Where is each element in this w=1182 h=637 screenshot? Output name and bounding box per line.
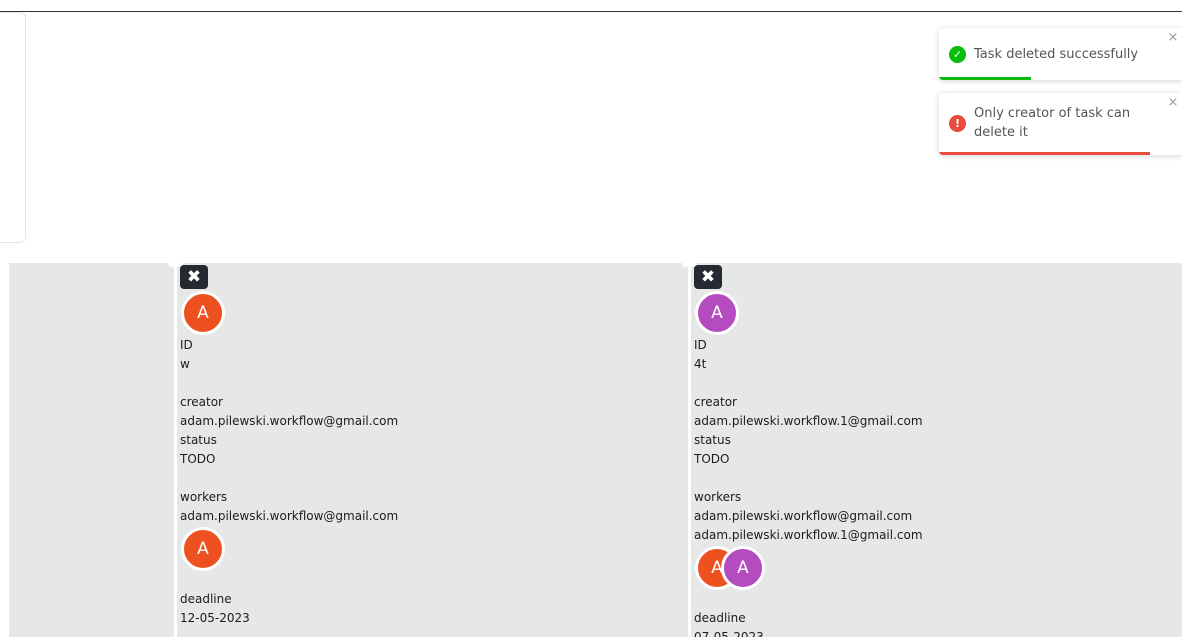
exclamation-circle-icon: ! bbox=[949, 115, 966, 132]
status-value: TODO bbox=[180, 452, 216, 466]
creator-email: adam.pilewski.workflow@gmail.com bbox=[180, 414, 399, 428]
toast-message: Task deleted successfully bbox=[974, 47, 1139, 62]
workers-label: workers bbox=[180, 490, 228, 504]
deadline-label: deadline bbox=[694, 611, 746, 625]
toast-message: Only creator of task can delete it bbox=[974, 106, 1131, 140]
creator-label: creator bbox=[694, 395, 737, 409]
status-label: status bbox=[180, 433, 217, 447]
toast-success[interactable]: ✓ Task deleted successfully × bbox=[939, 28, 1182, 80]
check-circle-icon: ✓ bbox=[949, 46, 966, 63]
task-id: w bbox=[180, 357, 190, 371]
toast-error[interactable]: ! Only creator of task can delete it × bbox=[939, 93, 1182, 155]
creator-avatar: A bbox=[181, 291, 225, 335]
column-divider bbox=[682, 263, 697, 637]
worker-email: adam.pilewski.workflow@gmail.com bbox=[180, 509, 399, 523]
worker-avatar: A bbox=[181, 527, 225, 571]
toast-progress-bar bbox=[939, 152, 1151, 155]
worker-email: adam.pilewski.workflow@gmail.com bbox=[694, 509, 913, 523]
creator-avatar: A bbox=[695, 291, 739, 335]
toast-progress-bar bbox=[939, 77, 1032, 80]
deadline-value: 12-05-2023 bbox=[180, 611, 250, 625]
worker-email: adam.pilewski.workflow.1@gmail.com bbox=[694, 528, 923, 542]
id-label: ID bbox=[694, 338, 707, 352]
delete-task-button[interactable]: ✖ bbox=[694, 265, 722, 289]
upper-panel bbox=[0, 12, 26, 243]
status-label: status bbox=[694, 433, 731, 447]
top-divider bbox=[0, 11, 1182, 12]
close-icon[interactable]: × bbox=[1166, 31, 1180, 45]
deadline-value: 07-05-2023 bbox=[694, 630, 764, 637]
status-value: TODO bbox=[694, 452, 730, 466]
column-divider bbox=[168, 263, 183, 637]
workers-label: workers bbox=[694, 490, 742, 504]
deadline-label: deadline bbox=[180, 592, 232, 606]
creator-label: creator bbox=[180, 395, 223, 409]
close-icon[interactable]: × bbox=[1166, 96, 1180, 110]
creator-email: adam.pilewski.workflow.1@gmail.com bbox=[694, 414, 923, 428]
task-id: 4t bbox=[694, 357, 707, 371]
id-label: ID bbox=[180, 338, 193, 352]
delete-task-button[interactable]: ✖ bbox=[180, 265, 208, 289]
worker-avatar: A bbox=[721, 546, 765, 590]
